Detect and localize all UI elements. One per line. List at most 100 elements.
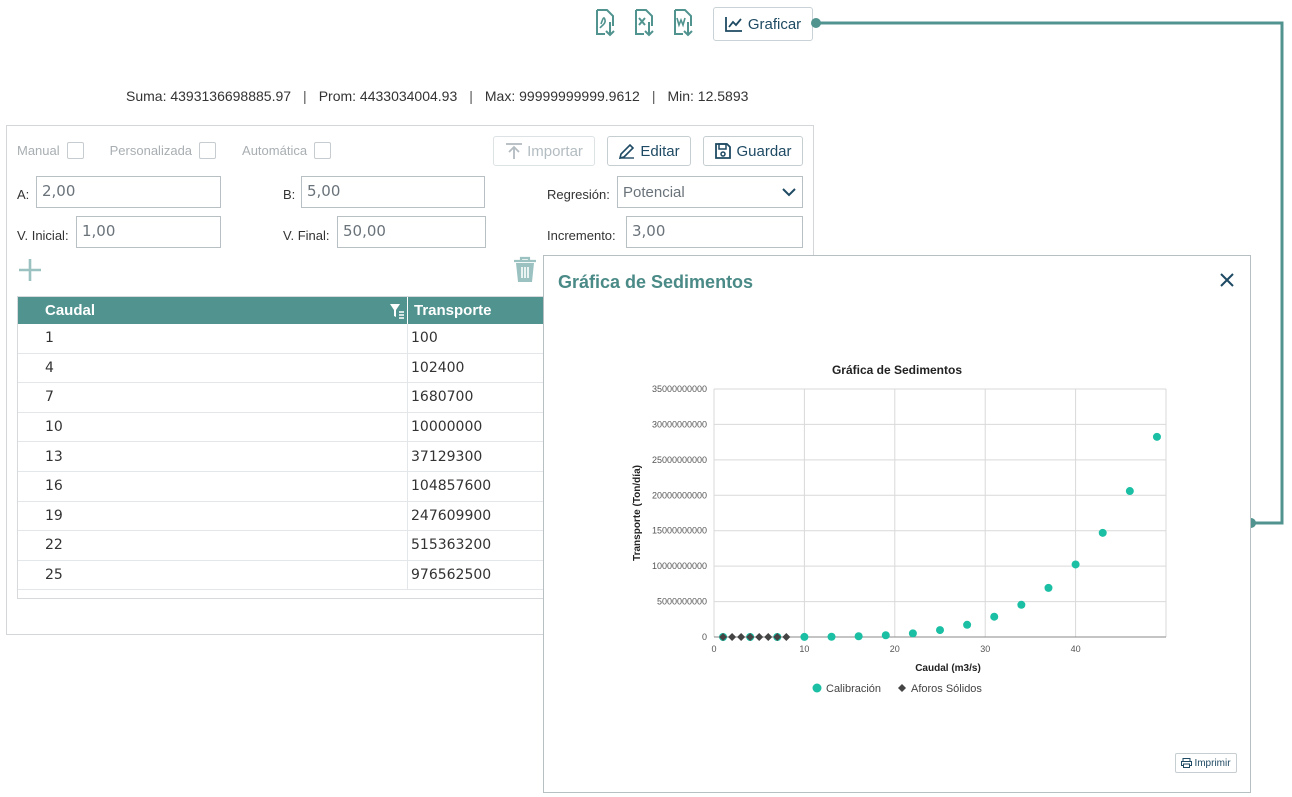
filter-icon[interactable] bbox=[389, 303, 405, 319]
editar-button[interactable]: Editar bbox=[607, 136, 691, 166]
add-row-icon[interactable] bbox=[17, 257, 43, 283]
legend-calibracion-label: Calibración bbox=[826, 683, 881, 695]
upload-icon bbox=[506, 143, 523, 159]
export-toolbar bbox=[592, 6, 709, 40]
guardar-button[interactable]: Guardar bbox=[703, 136, 803, 166]
chart-modal: Gráfica de Sedimentos 0 5000000000 1000000… bbox=[543, 255, 1251, 793]
incremento-input[interactable]: 3,00 bbox=[626, 216, 803, 248]
pdf-export-icon[interactable] bbox=[592, 8, 618, 38]
table-row[interactable]: 7 1680700 bbox=[18, 383, 556, 413]
calibracion-point bbox=[827, 632, 836, 641]
transporte-cell: 10000000 bbox=[411, 419, 483, 436]
trash-icon[interactable] bbox=[512, 256, 538, 284]
aforos-point bbox=[755, 633, 764, 641]
incremento-label: Incremento: bbox=[547, 228, 616, 243]
table-row[interactable]: 22 515363200 bbox=[18, 531, 556, 561]
max-label: Max: bbox=[484, 88, 516, 104]
table-row[interactable]: 19 247609900 bbox=[18, 501, 556, 532]
importar-label: Importar bbox=[527, 142, 583, 160]
save-icon bbox=[715, 143, 732, 159]
imprimir-button[interactable]: Imprimir bbox=[1175, 753, 1237, 773]
min-label: Min: bbox=[667, 88, 694, 104]
legend-aforos-marker bbox=[898, 684, 906, 692]
graficar-label: Graficar bbox=[747, 15, 802, 33]
y-tick-label: 30000000000 bbox=[652, 419, 707, 429]
table-row[interactable]: 25 976562500 bbox=[18, 560, 556, 591]
vinicial-input[interactable]: 1,00 bbox=[76, 216, 221, 248]
sediment-chart: 0 5000000000 10000000000 15000000000 2000000… bbox=[632, 363, 1167, 695]
divider: | bbox=[303, 88, 307, 104]
caudal-cell: 4 bbox=[18, 353, 408, 383]
chart-title: Gráfica de Sedimentos bbox=[832, 363, 962, 377]
transporte-cell: 247609900 bbox=[411, 507, 492, 524]
regresion-select[interactable]: Potencial bbox=[617, 176, 803, 208]
y-tick-label: 0 bbox=[702, 632, 707, 642]
calibracion-point bbox=[1071, 560, 1080, 569]
mode-options: Manual Personalizada Automática bbox=[17, 142, 357, 159]
y-tick-label: 10000000000 bbox=[652, 561, 707, 571]
calibracion-point bbox=[800, 632, 809, 641]
regresion-label: Regresión: bbox=[547, 187, 610, 202]
manual-checkbox[interactable] bbox=[66, 142, 84, 159]
caudal-cell: 1 bbox=[18, 324, 408, 353]
calibracion-point bbox=[1017, 600, 1026, 609]
table-row[interactable]: 10 10000000 bbox=[18, 412, 556, 443]
prom-label: Prom: bbox=[318, 88, 357, 104]
x-tick-label: 0 bbox=[711, 644, 716, 654]
transporte-cell: 1680700 bbox=[411, 389, 474, 406]
caudal-cell: 7 bbox=[18, 383, 408, 412]
transporte-cell: 515363200 bbox=[411, 537, 492, 554]
divider: | bbox=[469, 88, 473, 104]
word-export-icon[interactable] bbox=[670, 8, 696, 38]
caudal-header-label: Caudal bbox=[45, 302, 96, 319]
table-row[interactable]: 13 37129300 bbox=[18, 442, 556, 472]
table-body: 1 100 4 102400 7 1680700 10 10000000 13 37129300 1… bbox=[18, 324, 556, 591]
guardar-label: Guardar bbox=[736, 142, 792, 160]
regresion-value: Potencial bbox=[623, 183, 685, 201]
calibracion-point bbox=[1152, 432, 1161, 441]
x-tick-label: 30 bbox=[980, 644, 990, 654]
y-tick-label: 25000000000 bbox=[652, 455, 707, 465]
aforos-point bbox=[782, 633, 791, 641]
transporte-cell: 100 bbox=[411, 330, 438, 347]
caudal-cell: 10 bbox=[18, 412, 408, 442]
automatica-checkbox[interactable] bbox=[314, 142, 332, 159]
aforos-point bbox=[764, 633, 773, 641]
manual-label: Manual bbox=[17, 143, 60, 158]
calibracion-point bbox=[1098, 528, 1107, 537]
personalizada-checkbox[interactable] bbox=[199, 142, 217, 159]
calibracion-point bbox=[1125, 487, 1134, 496]
chevron-down-icon bbox=[782, 188, 796, 197]
column-header-transporte[interactable]: Transporte bbox=[408, 302, 492, 319]
table-row[interactable]: 1 100 bbox=[18, 324, 556, 354]
legend-calibracion-marker bbox=[812, 683, 822, 693]
calibracion-point bbox=[1044, 583, 1053, 592]
b-input[interactable]: 5,00 bbox=[301, 176, 485, 208]
y-tick-label: 20000000000 bbox=[652, 490, 707, 500]
max-value: 99999999999.9612 bbox=[519, 88, 640, 104]
legend-aforos-label: Aforos Sólidos bbox=[911, 683, 982, 695]
calibracion-point bbox=[881, 631, 890, 640]
y-tick-label: 35000000000 bbox=[652, 384, 707, 394]
mode-automatica[interactable]: Automática bbox=[242, 142, 332, 159]
automatica-label: Automática bbox=[242, 143, 308, 158]
caudal-cell: 25 bbox=[18, 560, 408, 590]
vfinal-input[interactable]: 50,00 bbox=[337, 216, 486, 248]
transporte-cell: 104857600 bbox=[411, 478, 492, 495]
importar-button[interactable]: Importar bbox=[493, 136, 595, 166]
table-row[interactable]: 4 102400 bbox=[18, 353, 556, 384]
a-input[interactable]: 2,00 bbox=[36, 176, 221, 208]
y-axis-title: Transporte (Ton/día) bbox=[632, 465, 643, 561]
personalizada-label: Personalizada bbox=[109, 143, 193, 158]
mode-personalizada[interactable]: Personalizada bbox=[109, 142, 217, 159]
table-row[interactable]: 16 104857600 bbox=[18, 471, 556, 502]
imprimir-label: Imprimir bbox=[1194, 757, 1231, 769]
calibracion-point bbox=[990, 612, 999, 621]
prom-value: 4433034004.93 bbox=[359, 88, 458, 104]
a-label: A: bbox=[17, 187, 30, 202]
graficar-button[interactable]: Graficar bbox=[713, 7, 813, 41]
excel-export-icon[interactable] bbox=[631, 8, 657, 38]
divider: | bbox=[651, 88, 656, 104]
mode-manual[interactable]: Manual bbox=[17, 142, 84, 159]
column-header-caudal[interactable]: Caudal bbox=[18, 297, 408, 324]
